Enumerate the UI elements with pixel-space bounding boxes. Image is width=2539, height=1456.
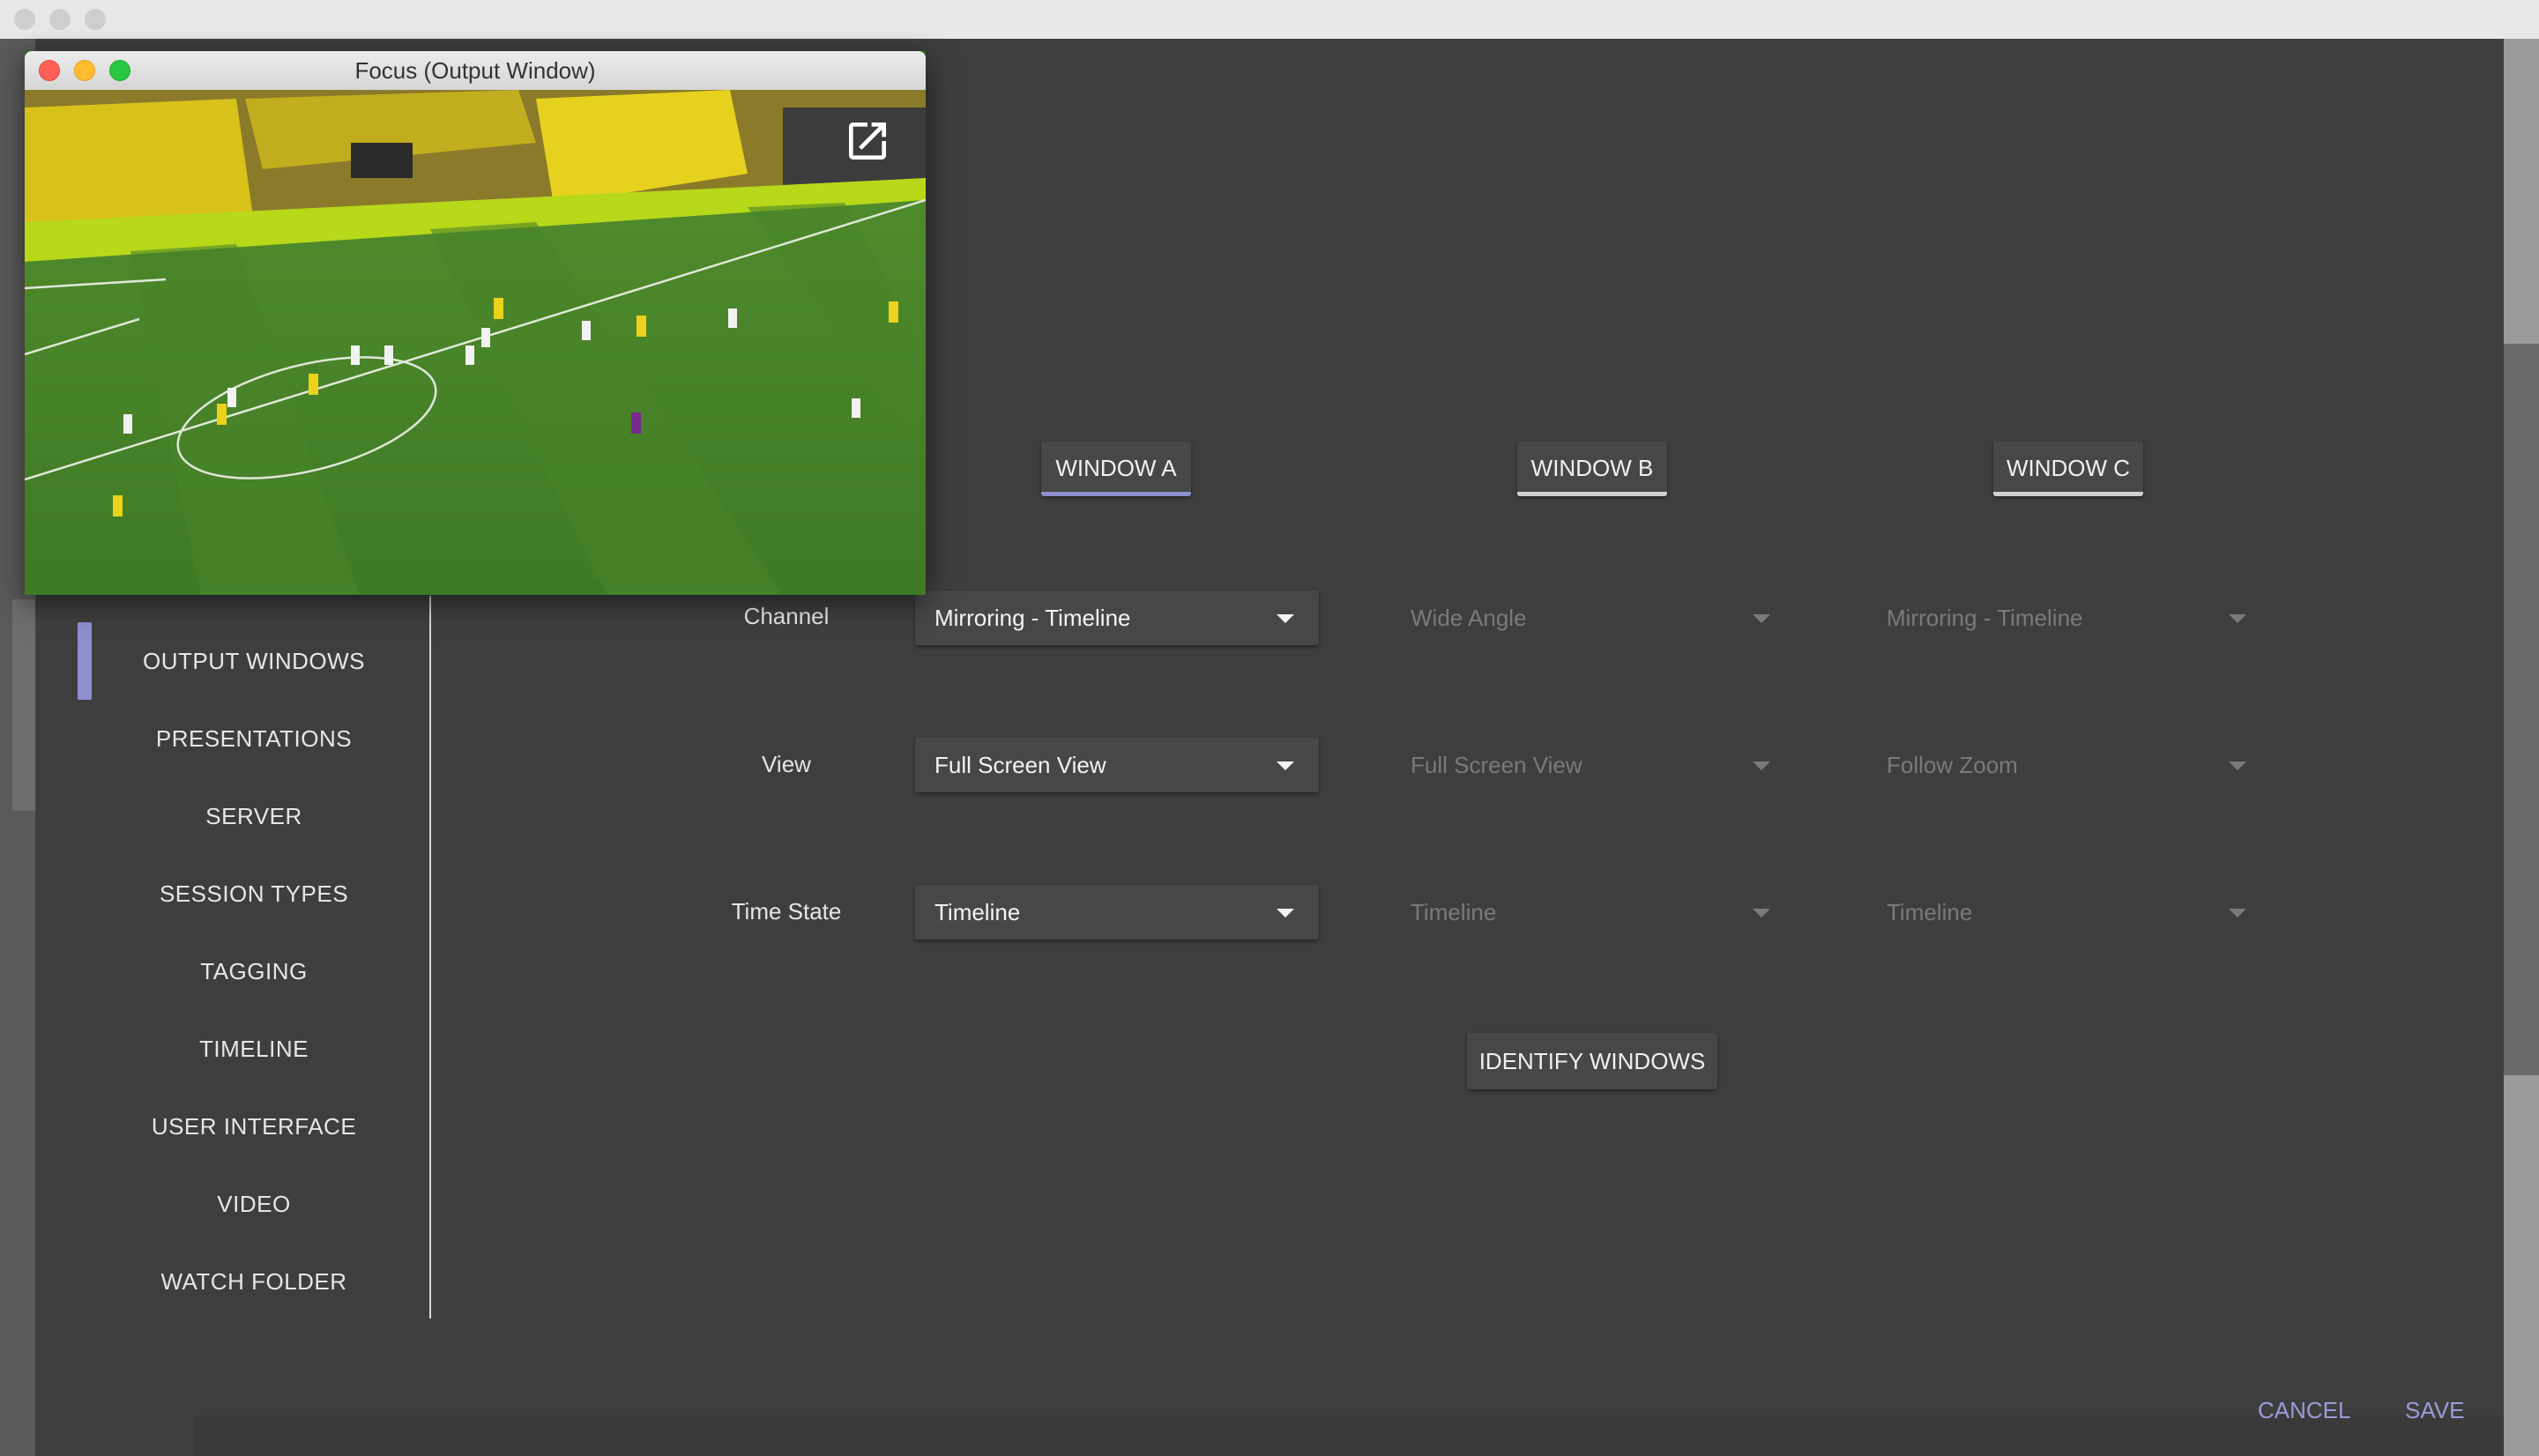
close-window-icon[interactable] <box>14 9 35 30</box>
chevron-down-icon <box>1277 909 1294 917</box>
tab-underline <box>1517 492 1667 496</box>
output-window-preview[interactable]: Focus (Output Window) <box>25 51 926 595</box>
view-select-window-a[interactable]: Full Screen View <box>915 738 1319 792</box>
minimize-window-icon[interactable] <box>49 9 71 30</box>
view-label: View <box>762 751 811 777</box>
background-app-scrollbar <box>2504 344 2539 1075</box>
nav-item-watch-folder[interactable]: WATCH FOLDER <box>79 1255 428 1308</box>
nav-item-timeline[interactable]: TIMELINE <box>79 1022 428 1075</box>
video-feed <box>25 90 926 595</box>
dialog-footer <box>194 1415 2504 1456</box>
view-select-window-b[interactable]: Full Screen View <box>1391 738 1795 792</box>
tab-window-c-label: WINDOW C <box>2006 455 2131 481</box>
tab-window-b[interactable]: WINDOW B <box>1517 442 1667 496</box>
time-state-select-window-a[interactable]: Timeline <box>915 885 1319 940</box>
chevron-down-icon <box>1277 761 1294 770</box>
open-in-new-icon[interactable] <box>843 116 892 166</box>
channel-select-window-a[interactable]: Mirroring - Timeline <box>915 591 1319 645</box>
chevron-down-icon <box>2229 614 2246 623</box>
chevron-down-icon <box>1277 614 1294 623</box>
view-select-window-c[interactable]: Follow Zoom <box>1867 738 2271 792</box>
channel-select-window-b[interactable]: Wide Angle <box>1391 591 1795 645</box>
nav-item-video[interactable]: VIDEO <box>79 1177 428 1230</box>
zoom-window-icon[interactable] <box>85 9 106 30</box>
chevron-down-icon <box>2229 761 2246 770</box>
chevron-down-icon <box>1753 909 1770 917</box>
nav-item-presentations[interactable]: PRESENTATIONS <box>79 712 428 765</box>
time-state-value: Timeline <box>934 899 1021 925</box>
output-window-titlebar[interactable]: Focus (Output Window) <box>25 51 926 91</box>
channel-value: Mirroring - Timeline <box>934 605 1131 631</box>
tab-window-a-label: WINDOW A <box>1055 455 1177 481</box>
tab-window-b-label: WINDOW B <box>1530 455 1654 481</box>
background-app-thumbnail <box>12 599 35 811</box>
nav-divider <box>429 596 431 1319</box>
chevron-down-icon <box>1753 761 1770 770</box>
time-state-value: Timeline <box>1411 899 1497 925</box>
chevron-down-icon <box>2229 909 2246 917</box>
nav-item-server[interactable]: SERVER <box>79 790 428 843</box>
tab-window-c[interactable]: WINDOW C <box>1993 442 2143 496</box>
view-value: Full Screen View <box>934 752 1106 778</box>
cancel-button[interactable]: CANCEL <box>2258 1393 2350 1428</box>
view-value: Full Screen View <box>1411 752 1582 778</box>
output-window-title: Focus (Output Window) <box>354 57 596 84</box>
app-titlebar <box>0 0 2539 40</box>
nav-item-tagging[interactable]: TAGGING <box>79 945 428 998</box>
identify-windows-button[interactable]: IDENTIFY WINDOWS <box>1467 1033 1717 1089</box>
channel-label: Channel <box>743 603 830 629</box>
tab-active-underline <box>1041 492 1191 496</box>
time-state-value: Timeline <box>1887 899 1973 925</box>
nav-item-user-interface[interactable]: USER INTERFACE <box>79 1100 428 1153</box>
channel-value: Wide Angle <box>1411 605 1527 631</box>
time-state-label: Time State <box>731 898 842 925</box>
save-button[interactable]: SAVE <box>2405 1393 2464 1428</box>
nav-item-session-types[interactable]: SESSION TYPES <box>79 867 428 920</box>
time-state-select-window-c[interactable]: Timeline <box>1867 885 2271 940</box>
time-state-select-window-b[interactable]: Timeline <box>1391 885 1795 940</box>
chevron-down-icon <box>1753 614 1770 623</box>
view-value: Follow Zoom <box>1887 752 2018 778</box>
channel-value: Mirroring - Timeline <box>1887 605 2083 631</box>
tab-underline <box>1993 492 2143 496</box>
channel-select-window-c[interactable]: Mirroring - Timeline <box>1867 591 2271 645</box>
tab-window-a[interactable]: WINDOW A <box>1041 442 1191 496</box>
nav-item-output-windows[interactable]: OUTPUT WINDOWS <box>79 635 428 687</box>
